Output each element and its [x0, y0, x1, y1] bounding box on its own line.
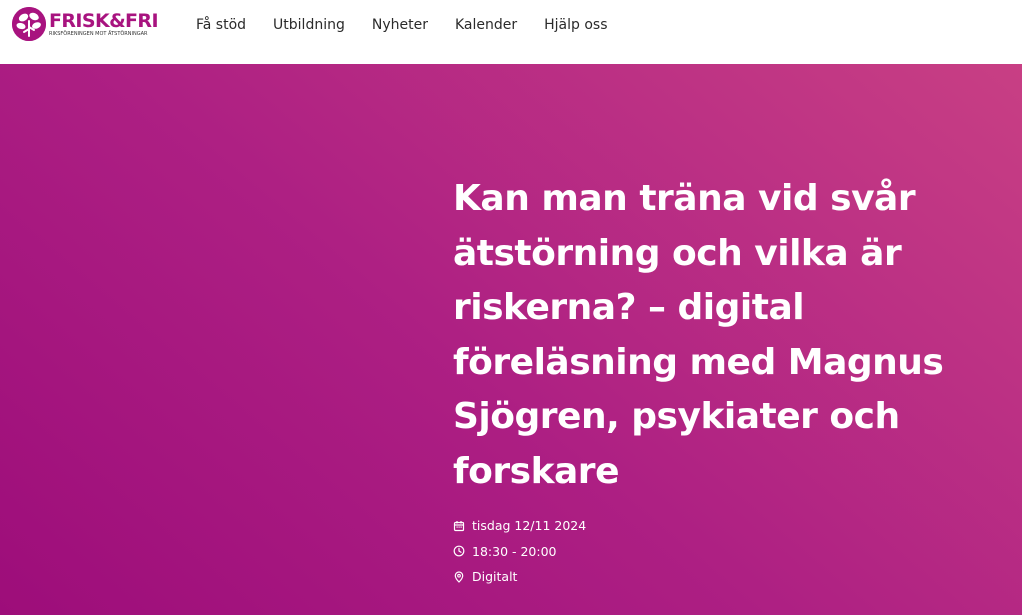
nav-item-nyheter[interactable]: Nyheter [372, 17, 428, 33]
nav-item-fa-stod[interactable]: Få stöd [196, 17, 246, 33]
event-location: Digitalt [472, 569, 518, 585]
location-pin-icon [453, 571, 465, 583]
event-time: 18:30 - 20:00 [472, 543, 557, 559]
event-date: tisdag 12/11 2024 [472, 518, 587, 534]
logo-name: FRISK&FRI [49, 9, 159, 32]
event-meta: tisdag 12/11 2024 18:30 - 20:00 Digitalt [453, 513, 586, 590]
event-hero: Kan man träna vid svår ätstörning och vi… [0, 64, 1022, 615]
nav-item-utbildning[interactable]: Utbildning [273, 17, 345, 33]
event-date-row: tisdag 12/11 2024 [453, 513, 586, 539]
site-header: FRISK&FRI RIKSFÖRENINGEN MOT ÄTSTÖRNINGA… [0, 0, 1022, 64]
logo-flower-icon [12, 7, 46, 41]
logo-tagline: RIKSFÖRENINGEN MOT ÄTSTÖRNINGAR [49, 30, 148, 37]
event-title: Kan man träna vid svår ätstörning och vi… [453, 178, 944, 492]
nav-item-kalender[interactable]: Kalender [455, 17, 517, 33]
event-time-row: 18:30 - 20:00 [453, 539, 586, 565]
site-logo[interactable]: FRISK&FRI RIKSFÖRENINGEN MOT ÄTSTÖRNINGA… [12, 7, 159, 41]
main-nav: Få stöd Utbildning Nyheter Kalender Hjäl… [196, 0, 635, 50]
calendar-icon [453, 520, 465, 532]
clock-icon [453, 545, 465, 557]
nav-item-hjalp-oss[interactable]: Hjälp oss [544, 17, 607, 33]
event-location-row: Digitalt [453, 564, 586, 590]
logo-wordmark: FRISK&FRI RIKSFÖRENINGEN MOT ÄTSTÖRNINGA… [49, 9, 159, 38]
